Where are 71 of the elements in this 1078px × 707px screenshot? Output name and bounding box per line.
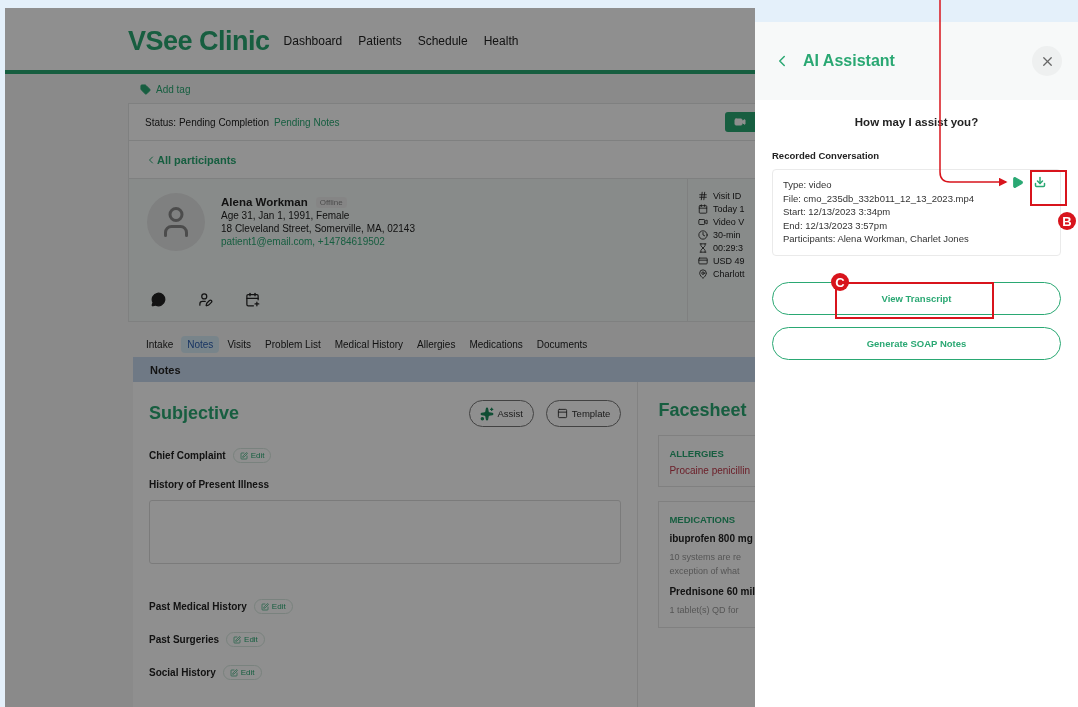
- tag-icon: [140, 84, 151, 95]
- field-label: Past Surgeries: [149, 634, 220, 645]
- medication-name: Prednisone 60 mil: [669, 586, 755, 597]
- medication-name: ibuprofen 800 mg: [669, 533, 754, 544]
- chat-icon[interactable]: [151, 292, 166, 307]
- nav-link[interactable]: Schedule: [415, 34, 470, 49]
- recording-detail: Type: video: [783, 179, 832, 192]
- visit-detail: USD 49: [713, 256, 745, 266]
- tab[interactable]: Medical History: [328, 336, 410, 353]
- section-label: Recorded Conversation: [772, 150, 881, 161]
- visit-detail: 30-min: [713, 230, 741, 240]
- status-label: Status: Pending Completion: [145, 116, 269, 128]
- recording-detail: End: 12/13/2023 3:57pm: [783, 219, 888, 232]
- highlight-frame: [1030, 170, 1067, 206]
- video-camera-icon: [734, 116, 746, 128]
- field-label: Social History: [149, 667, 216, 678]
- visit-detail: Today 1: [713, 204, 745, 214]
- play-icon[interactable]: [1011, 176, 1024, 189]
- visit-detail: Charlott: [713, 269, 745, 279]
- video-call-button[interactable]: [725, 112, 755, 132]
- nav-link[interactable]: Health: [481, 34, 521, 49]
- edit-icon: [260, 602, 269, 611]
- clinic-logo: VSee Clinic: [128, 25, 270, 57]
- map-pin-icon: [698, 269, 708, 279]
- credit-card-icon: [698, 256, 708, 266]
- generate-notes-button[interactable]: Generate SOAP Notes: [772, 326, 1061, 360]
- nav-link[interactable]: Patients: [356, 34, 404, 49]
- video-camera-icon: [698, 217, 708, 227]
- nav-link[interactable]: Dashboard: [281, 34, 345, 49]
- allergy-item: Procaine penicillin: [669, 465, 751, 476]
- calendar-plus-icon[interactable]: [245, 292, 260, 307]
- panel-title: AI Assistant: [803, 52, 895, 70]
- tab[interactable]: Intake: [140, 336, 180, 353]
- assist-button[interactable]: Assist: [468, 400, 534, 427]
- tab[interactable]: Medications: [463, 336, 529, 353]
- edit-icon: [229, 668, 238, 677]
- patient-name: Alena Workman: [221, 196, 308, 208]
- template-button[interactable]: Template: [545, 400, 622, 427]
- field-label: Chief Complaint: [149, 450, 226, 461]
- section-title: Facesheet: [658, 400, 748, 421]
- template-icon: [556, 408, 568, 419]
- recording-detail: Start: 12/13/2023 3:34pm: [783, 206, 891, 219]
- hash-icon: [698, 191, 708, 201]
- user-edit-icon[interactable]: [198, 292, 213, 307]
- tab[interactable]: Problem List: [259, 336, 327, 353]
- status-value: Pending Notes: [273, 116, 340, 128]
- visit-detail: Video V: [713, 217, 745, 227]
- recording-detail: File: cmo_235db_332b011_12_13_2023.mp4: [783, 192, 975, 205]
- hourglass-icon: [698, 243, 708, 253]
- calendar-icon: [698, 204, 708, 214]
- field-label: History of Present Illness: [149, 478, 270, 490]
- visit-detail: Visit ID: [713, 191, 742, 201]
- recording-detail: Participants: Alena Workman, Charlet Jones: [783, 233, 969, 246]
- tab[interactable]: Visits: [221, 336, 258, 353]
- section-title: Subjective: [149, 403, 240, 424]
- close-button[interactable]: [1032, 46, 1062, 76]
- edit-icon: [239, 451, 248, 460]
- sparkle-icon: [479, 406, 494, 421]
- clock-icon: [698, 230, 708, 240]
- tab[interactable]: Documents: [530, 336, 594, 353]
- edit-icon: [233, 635, 242, 644]
- section-bar: Notes: [133, 357, 755, 382]
- tab[interactable]: Allergies: [411, 336, 462, 353]
- download-icon[interactable]: [1034, 176, 1046, 188]
- field-label: Past Medical History: [149, 601, 247, 612]
- patient-detail: Age 31, Jan 1, 1991, Female: [221, 210, 351, 221]
- patient-detail: 18 Cleveland Street, Somerville, MA, 02143: [221, 223, 415, 234]
- tab[interactable]: Notes: [181, 336, 220, 353]
- card-heading: MEDICATIONS: [669, 514, 737, 525]
- visit-detail: 00:29:3: [713, 243, 744, 253]
- card-heading: ALLERGIES: [669, 448, 725, 459]
